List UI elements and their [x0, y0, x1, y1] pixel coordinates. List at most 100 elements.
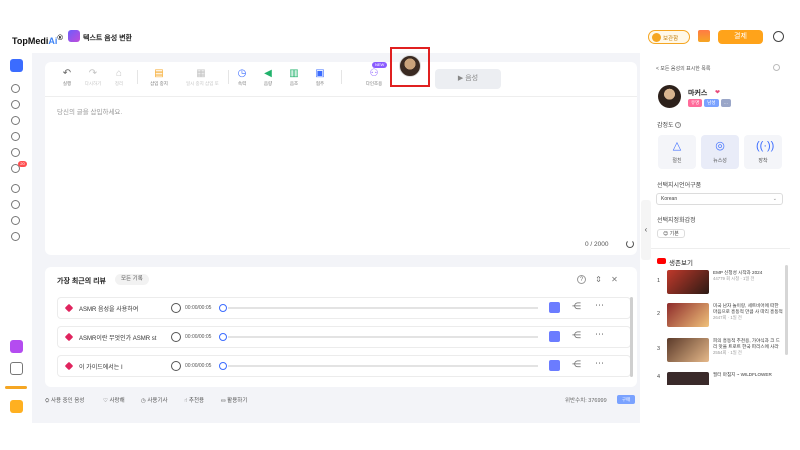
video-meta: 2647회 · 1일 전	[713, 315, 742, 320]
editor-divider	[45, 96, 637, 97]
progress-track[interactable]	[228, 365, 538, 367]
voice-avatar-button[interactable]	[399, 55, 421, 77]
help-icon[interactable]: ?	[675, 122, 682, 129]
share-icon[interactable]: ⋲	[572, 359, 581, 370]
video-thumbnail	[667, 303, 709, 327]
workspace-icon[interactable]	[10, 59, 23, 72]
play-icon[interactable]	[171, 332, 181, 342]
emotion-label: 선택지정화감정	[657, 218, 696, 224]
footer-usage[interactable]: ⛀ 활용하기	[221, 396, 247, 404]
text-input-area[interactable]: 당신의 글을 삽입하세요.	[57, 106, 122, 116]
progress-knob[interactable]	[219, 362, 227, 370]
buy-badge[interactable]: 구매	[617, 395, 635, 404]
share-icon[interactable]: ⋲	[572, 301, 581, 312]
video-thumbnail	[667, 372, 709, 385]
emotion-chip[interactable]: 😊 기본	[657, 229, 685, 238]
style-card-friendly[interactable]: △ 절친	[658, 135, 696, 169]
style-card-signal[interactable]: ((·)) 장착	[744, 135, 782, 169]
download-icon[interactable]	[549, 302, 560, 313]
more-icon[interactable]: ⋯	[595, 300, 604, 311]
home-icon[interactable]	[11, 84, 20, 93]
close-icon[interactable]: ✕	[610, 275, 619, 284]
footer-voice-in-use[interactable]: ⛭ 사용 중인 음성	[45, 396, 84, 405]
collapse-panel-button[interactable]: ‹	[641, 200, 651, 260]
style-card-label: 절친	[672, 158, 682, 164]
toolbar-accompany[interactable]: ▣ 협주	[305, 68, 335, 87]
video-title: 필터 마침지 ~ WILDFLOWER	[713, 372, 782, 378]
help-icon[interactable]: ?	[577, 275, 586, 284]
play-voice-button[interactable]: ▶ 음성	[435, 69, 501, 89]
voice-tag: 유명	[688, 99, 703, 107]
panel-scrollbar[interactable]	[785, 265, 788, 355]
storage-button[interactable]: 보관함	[648, 30, 690, 44]
clone-icon[interactable]	[11, 116, 20, 125]
tts-icon[interactable]	[11, 100, 20, 109]
video-item[interactable]: 3 피의 흥동적 추천용, 가야식과 크 드리 맛을 트로트 한국 파리스에 사…	[657, 338, 782, 366]
play-icon[interactable]	[171, 303, 181, 313]
download-icon[interactable]	[549, 331, 560, 342]
sort-icon[interactable]: ⇕	[594, 275, 603, 284]
play-icon[interactable]	[171, 361, 181, 371]
video-number: 3	[657, 346, 661, 352]
char-counter: 0 / 2000	[585, 241, 609, 248]
toolbar-divider	[137, 70, 138, 84]
footer-favorites[interactable]: ♡ 사랑해	[103, 396, 125, 404]
target-icon[interactable]	[11, 200, 20, 209]
add-credit-icon[interactable]	[10, 400, 23, 413]
panel-divider	[651, 248, 790, 249]
signal-icon: ((·))	[756, 140, 775, 152]
more-icon[interactable]: ⋯	[595, 329, 604, 340]
brush-icon[interactable]	[11, 148, 20, 157]
brand-logo[interactable]: TopMediAi®	[12, 33, 63, 46]
progress-knob[interactable]	[219, 304, 227, 312]
voice-detail-panel: < 모든 음성의 표시한 목록 마커스 ❤ 유명 남성… 감정도 ? △ 절친 ◎ 뉴…	[651, 60, 790, 385]
favorite-heart-icon[interactable]: ❤	[715, 89, 720, 96]
grid-icon[interactable]	[10, 362, 23, 375]
logo-text: TopMedi	[12, 36, 49, 46]
panel-close-icon[interactable]	[773, 64, 780, 71]
pause-insert-icon: ▤	[154, 68, 164, 79]
all-history-tab[interactable]: 모든 기록	[115, 274, 149, 285]
history-scrollbar[interactable]	[630, 297, 633, 377]
multi-pause-icon: ▦	[196, 68, 206, 79]
video-item[interactable]: 1 EMP 신청성 시작과 2024 44779 회 시청 · 1일 전	[657, 270, 782, 298]
toolbar-multi-pause[interactable]: ▦ 일시 중지 삽입 또	[186, 68, 219, 87]
more-icon[interactable]: ⋯	[595, 358, 604, 369]
footer-tutorial[interactable]: ◷ 사용기사	[141, 396, 168, 404]
spark-icon[interactable]	[11, 232, 20, 241]
pay-button[interactable]: 결제	[718, 30, 763, 44]
history-row-text: ASMR이란 무엇인가 ASMR st	[79, 336, 157, 342]
video-number: 4	[657, 374, 661, 380]
progress-knob[interactable]	[219, 333, 227, 341]
video-item[interactable]: 2 미국 남자 놀이랑, 세트비어에 따한 마음으로 흥동적 만큼 사 따리 흥…	[657, 303, 783, 331]
toolbar-multi-speaker[interactable]: ⚇ 다인조용	[359, 68, 389, 87]
premium-icon[interactable]	[10, 340, 23, 353]
progress-track[interactable]	[228, 307, 538, 309]
coin-icon	[652, 33, 661, 42]
share-icon[interactable]: ⋲	[572, 330, 581, 341]
toolbar-clean[interactable]: ⌂ 정리	[104, 68, 134, 87]
toolbar-insert-pause[interactable]: ▤ 삽입 중지	[144, 68, 174, 87]
language-globe-icon[interactable]	[773, 31, 784, 42]
footer-recommend[interactable]: ☝ 추천용	[184, 396, 204, 404]
refresh-icon[interactable]	[626, 240, 634, 248]
back-to-voice-list[interactable]: < 모든 음성의 표시한 목록	[656, 65, 710, 72]
volume-icon: ◀	[264, 68, 272, 79]
footer-label: 사용 중인 음성	[50, 398, 85, 404]
progress-track[interactable]	[228, 336, 538, 338]
voice-name: 마커스	[688, 90, 708, 97]
video-item[interactable]: 4 필터 마침지 ~ WILDFLOWER	[657, 372, 782, 385]
voice-avatar	[658, 85, 681, 108]
multi-speaker-icon: ⚇	[369, 68, 379, 79]
globe-icon[interactable]	[11, 184, 20, 193]
mic-icon[interactable]	[11, 132, 20, 141]
gift-icon[interactable]	[698, 30, 710, 42]
video-title-text: EMP 신청성 시작과 2024	[713, 270, 763, 275]
storage-label: 보관함	[663, 36, 679, 42]
music-icon[interactable]	[11, 216, 20, 225]
video-title: EMP 신청성 시작과 2024 44779 회 시청 · 1일 전	[713, 270, 783, 282]
language-select[interactable]: Korean ⌄	[656, 193, 783, 205]
footer-bar: ⛭ 사용 중인 음성 ♡ 사랑해 ◷ 사용기사 ☝ 추천용 ⛀ 활용하기 위반수…	[45, 394, 637, 408]
style-card-news[interactable]: ◎ 뉴스성	[701, 135, 739, 169]
download-icon[interactable]	[549, 360, 560, 371]
